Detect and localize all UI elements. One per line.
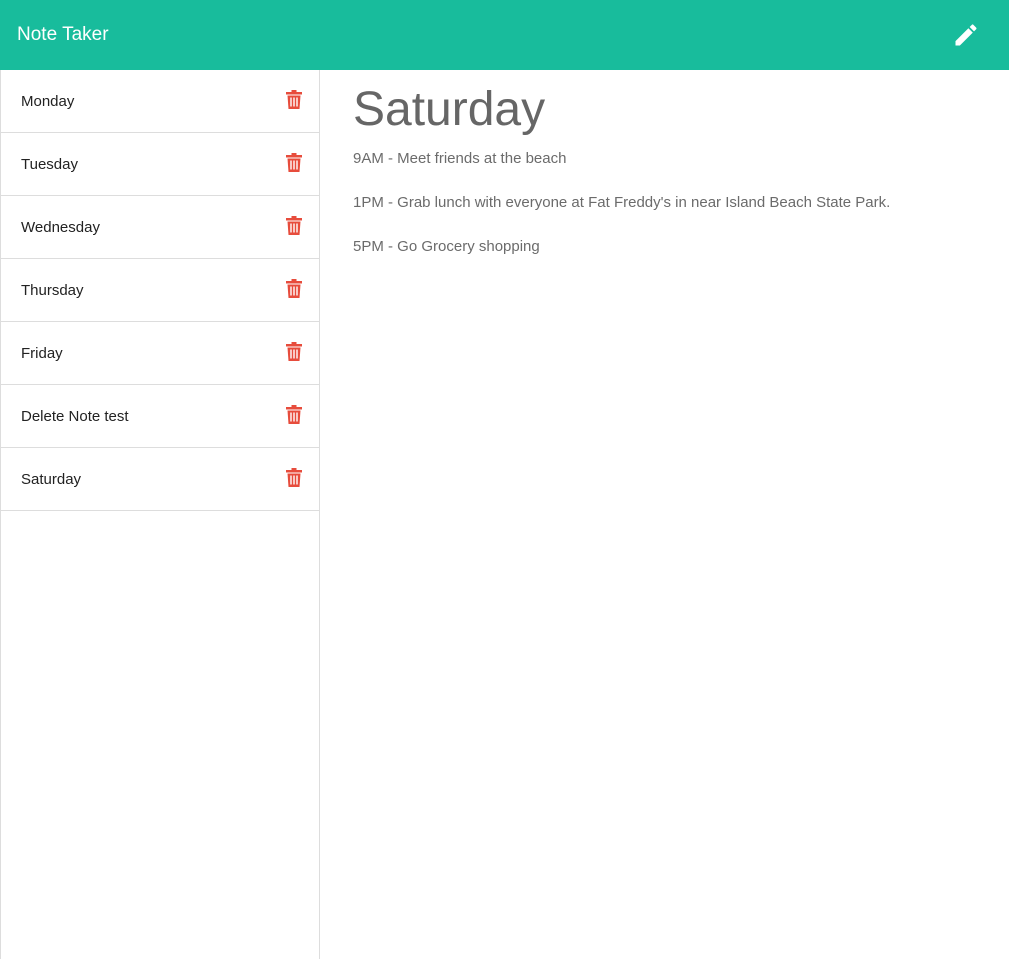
note-list-item[interactable]: Saturday xyxy=(1,448,319,511)
note-list-item-title: Friday xyxy=(21,345,63,362)
note-list-item[interactable]: Friday xyxy=(1,322,319,385)
trash-icon xyxy=(286,404,302,424)
note-list-item-title: Monday xyxy=(21,93,75,110)
delete-note-button[interactable] xyxy=(283,339,305,363)
trash-icon xyxy=(286,278,302,298)
note-list-item-title: Wednesday xyxy=(21,219,100,236)
note-list-sidebar: Monday Tuesday Wednesday Thursday Friday… xyxy=(0,70,320,959)
delete-note-button[interactable] xyxy=(283,465,305,489)
trash-icon xyxy=(286,152,302,172)
note-list-item-title: Saturday xyxy=(21,471,82,488)
delete-note-button[interactable] xyxy=(283,276,305,300)
note-list-item[interactable]: Delete Note test xyxy=(1,385,319,448)
trash-icon xyxy=(286,215,302,235)
trash-icon xyxy=(286,341,302,361)
note-list-item-title: Delete Note test xyxy=(21,408,129,425)
note-title-field[interactable]: Saturday xyxy=(353,82,545,138)
delete-note-button[interactable] xyxy=(283,213,305,237)
pencil-icon xyxy=(955,24,977,46)
note-list-item[interactable]: Thursday xyxy=(1,259,319,322)
note-text-line: 1PM - Grab lunch with everyone at Fat Fr… xyxy=(353,194,891,211)
note-text-area[interactable]: 9AM - Meet friends at the beach 1PM - Gr… xyxy=(353,149,993,281)
note-list-item[interactable]: Tuesday xyxy=(1,133,319,196)
note-list-item-title: Thursday xyxy=(21,282,84,299)
note-list-item[interactable]: Monday xyxy=(1,70,319,133)
note-list: Monday Tuesday Wednesday Thursday Friday… xyxy=(1,70,319,511)
trash-icon xyxy=(286,467,302,487)
note-text-line: 5PM - Go Grocery shopping xyxy=(353,238,540,255)
delete-note-button[interactable] xyxy=(283,150,305,174)
note-text-line: 9AM - Meet friends at the beach xyxy=(353,150,567,167)
new-note-button[interactable] xyxy=(948,17,984,53)
note-list-item[interactable]: Wednesday xyxy=(1,196,319,259)
navbar: Note Taker xyxy=(0,0,1009,70)
delete-note-button[interactable] xyxy=(283,87,305,111)
app-title[interactable]: Note Taker xyxy=(17,22,109,48)
delete-note-button[interactable] xyxy=(283,402,305,426)
note-list-item-title: Tuesday xyxy=(21,156,78,173)
trash-icon xyxy=(286,89,302,109)
